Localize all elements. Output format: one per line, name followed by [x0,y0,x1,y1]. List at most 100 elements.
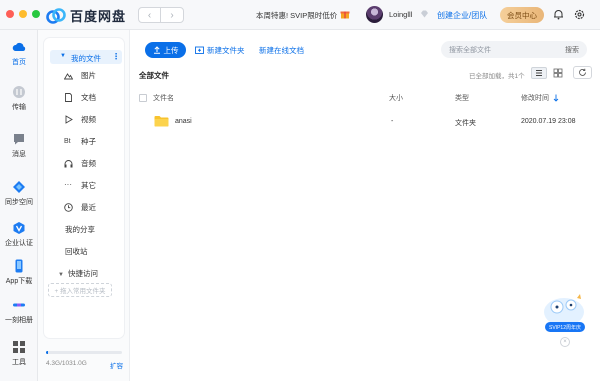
rail-item-album[interactable]: 一刻相册 [0,298,38,325]
transfer-icon [13,86,25,98]
list-view-toggle[interactable] [531,67,547,79]
sidebar-item-label: 种子 [81,137,96,146]
username[interactable]: Loinglll [389,10,412,19]
minimize-window-button[interactable] [19,10,27,18]
album-icon [13,303,25,307]
rail-item-transfer[interactable]: 传输 [0,85,38,112]
left-rail: 首页 传输 消息 同步空间 企业认证 App下载 一刻相册 工具 [0,30,38,381]
column-header-size[interactable]: 大小 [389,93,403,103]
column-header-name[interactable]: 文件名 [153,93,174,103]
app-logo: 百度网盘 [46,6,126,25]
quick-access-node[interactable]: ▼ 快捷访问 [58,268,98,279]
file-name[interactable]: anasi [175,118,192,125]
loaded-count-text: 已全部加载，共1个 [469,73,525,80]
sidebar-item-audio[interactable]: 音频 [64,158,96,169]
refresh-icon [579,68,586,76]
list-icon [536,70,542,76]
folder-plus-icon [195,46,204,54]
baidu-netdisk-logo-icon [46,7,66,24]
window-controls [6,10,40,18]
title-bar: 百度网盘 ‹ › 本周特惠! SVIP限时低价 Loinglll 创建企业/团队… [0,0,600,30]
column-header-type[interactable]: 类型 [455,93,469,103]
close-window-button[interactable] [6,10,14,18]
upload-button[interactable]: 上传 [145,42,186,58]
member-center-button[interactable]: 会员中心 [500,7,544,23]
rail-item-messages[interactable]: 消息 [0,132,38,159]
phone-icon [15,259,23,273]
rail-item-label: 传输 [12,104,26,111]
sidebar-item-label: 视频 [81,115,96,124]
clock-icon [64,203,73,212]
sidebar-item-my-share[interactable]: 我的分享 [65,224,95,235]
history-nav: ‹ › [138,7,184,23]
message-icon [14,134,24,145]
sidebar-item-recent[interactable]: 最近 [64,202,96,213]
new-folder-label: 新建文件夹 [207,45,245,55]
document-icon [65,93,72,102]
more-icon: ··· [64,180,72,189]
upload-label: 上传 [163,45,179,55]
rail-item-app-download[interactable]: App下载 [0,259,38,286]
bell-icon[interactable] [553,9,564,20]
headphones-icon [64,160,73,168]
table-row[interactable]: anasi - 文件夹 2020.07.19 23:08 [139,110,592,134]
avatar[interactable] [366,6,383,23]
file-modified: 2020.07.19 23:08 [521,118,576,125]
promo-link[interactable]: 本周特惠! SVIP限时低价 [256,10,337,21]
rail-item-enterprise[interactable]: 企业认证 [0,221,38,248]
zoom-window-button[interactable] [32,10,40,18]
my-files-node[interactable]: ▼ 我的文件 ⋮ [50,50,122,64]
promo-widget-label[interactable]: SVIP12周年庆 [545,322,585,332]
sidebar-item-torrents[interactable]: Bt 种子 [64,136,96,147]
quick-access-label: 快捷访问 [67,269,98,278]
gift-icon[interactable] [340,9,350,19]
sidebar-item-label: 音频 [81,159,96,168]
grid-view-toggle[interactable] [551,67,565,79]
sidebar-item-label: 文档 [81,93,96,102]
close-icon[interactable]: × [560,337,570,347]
tools-icon [13,341,25,353]
sidebar-item-label: 最近 [81,203,96,212]
sidebar-item-videos[interactable]: 视频 [64,114,96,125]
refresh-button[interactable] [573,66,592,79]
rail-item-label: 同步空间 [5,199,33,206]
forward-button[interactable]: › [161,8,183,22]
search-placeholder: 搜索全部文件 [449,47,491,54]
back-button[interactable]: ‹ [139,8,161,22]
sidebar-item-recycle-bin[interactable]: 回收站 [65,246,88,257]
new-folder-button[interactable]: 新建文件夹 [191,42,249,58]
rail-item-label: 首页 [12,59,26,66]
search-box[interactable]: 搜索全部文件 搜索 [441,41,587,58]
main-content: 上传 新建文件夹 新建在线文档 搜索全部文件 搜索 全部文件 已全部加载，共1个… [131,30,600,381]
gear-icon[interactable] [574,9,585,20]
sidebar-item-images[interactable]: 图片 [64,70,96,81]
enterprise-icon [13,222,25,234]
rail-item-label: App下载 [5,278,33,285]
expand-storage-link[interactable]: 扩容 [110,360,123,370]
rail-item-tools[interactable]: 工具 [0,340,38,367]
rail-item-home[interactable]: 首页 [0,40,38,67]
file-type: 文件夹 [455,120,476,127]
create-enterprise-link[interactable]: 创建企业/团队 [437,10,487,21]
sidebar-item-documents[interactable]: 文档 [64,92,96,103]
image-icon [64,73,73,80]
storage-progress [46,351,122,354]
storage-usage-text: 4.3G/1031.0G [46,360,87,367]
sort-arrow-icon[interactable] [553,94,559,102]
select-all-checkbox[interactable] [139,94,147,102]
video-icon [65,115,73,124]
column-header-modified[interactable]: 修改时间 [521,93,549,103]
quick-access-dropzone[interactable]: + 拖入常用文件夹 [48,283,112,297]
new-online-doc-button[interactable]: 新建在线文档 [255,42,308,58]
more-vertical-icon[interactable]: ⋮ [112,52,120,61]
folder-sidebar: ▼ 我的文件 ⋮ 图片 文档 视频 Bt 种子 音频 ··· 其它 最近 我的分… [38,30,130,381]
breadcrumb[interactable]: 全部文件 [139,70,169,81]
table-header: 文件名 大小 类型 修改时间 [139,90,592,106]
sidebar-item-label: 图片 [81,71,96,80]
rail-item-sync[interactable]: 同步空间 [0,180,38,207]
sidebar-item-other[interactable]: ··· 其它 [64,180,96,191]
bt-icon: Bt [64,138,71,145]
vip-diamond-icon[interactable] [420,10,429,18]
app-name: 百度网盘 [70,9,127,24]
search-button[interactable]: 搜索 [565,45,579,55]
